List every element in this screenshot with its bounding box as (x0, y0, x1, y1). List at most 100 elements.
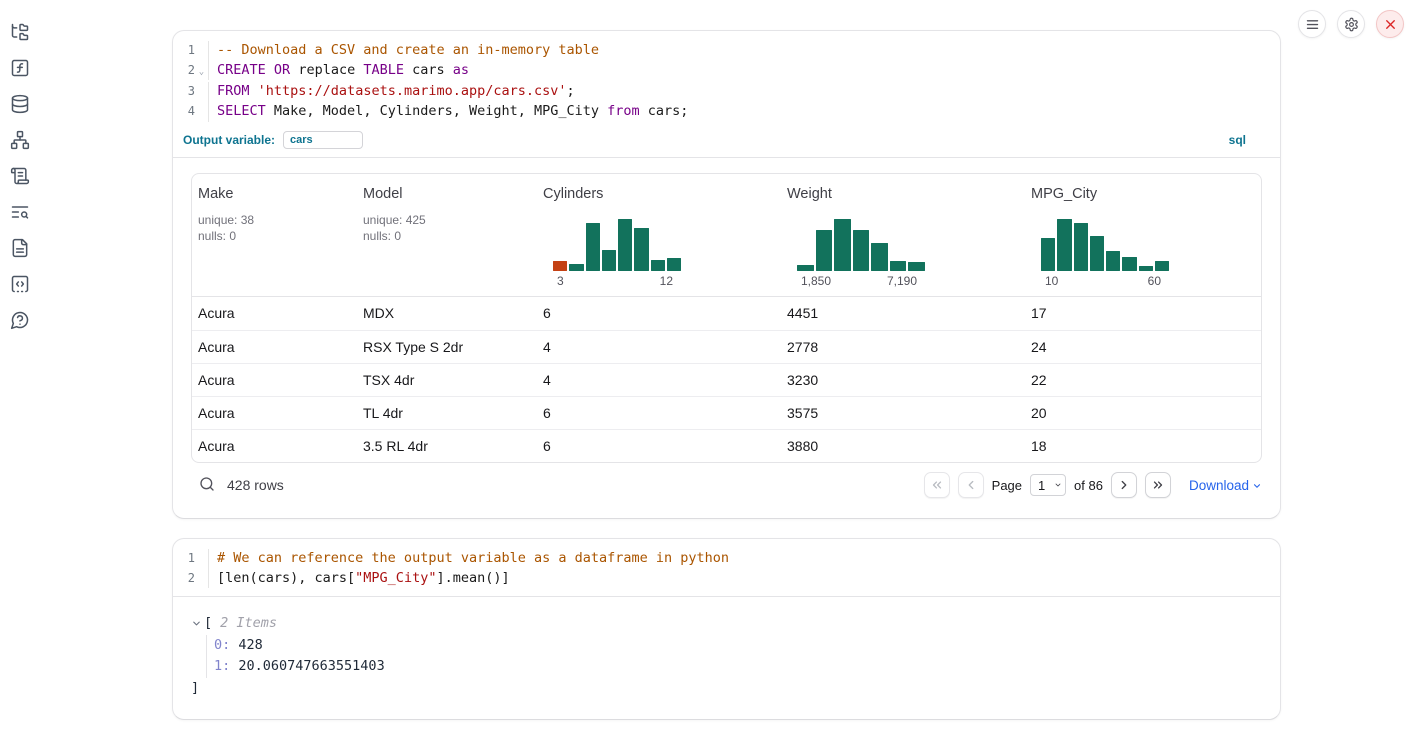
dependency-graph-icon[interactable] (10, 130, 30, 150)
help-icon[interactable] (10, 310, 30, 330)
stat-nulls: nulls: 0 (363, 228, 531, 244)
logs-search-icon[interactable] (10, 202, 30, 222)
python-code-editor[interactable]: 1# We can reference the output variable … (173, 539, 1280, 597)
histogram-bar (618, 219, 632, 271)
database-icon[interactable] (10, 94, 30, 114)
table-row[interactable]: Acura3.5 RL 4dr6388018 (192, 429, 1261, 462)
shutdown-button[interactable] (1376, 10, 1404, 38)
table-cell: 17 (1025, 305, 1261, 321)
snippets-icon[interactable] (10, 274, 30, 294)
tree-collapse-chevron-icon[interactable] (191, 618, 203, 630)
axis-min: 3 (557, 274, 564, 288)
language-badge: sql (1229, 133, 1246, 147)
histogram-bar (834, 219, 851, 271)
histogram-bar (1074, 223, 1088, 271)
file-tree-icon[interactable] (10, 22, 30, 42)
histogram-bar (1041, 238, 1055, 271)
close-icon (1383, 17, 1398, 32)
pagination: Page 1 of 86 Download (924, 472, 1262, 498)
table-cell: Acura (192, 405, 357, 421)
histogram-bar (1122, 257, 1136, 271)
table-cell: 4 (537, 372, 781, 388)
search-icon[interactable] (197, 475, 217, 495)
fold-chevron-icon[interactable]: ⌄ (195, 63, 208, 83)
histogram-bar (1057, 219, 1071, 271)
notebook: 1-- Download a CSV and create an in-memo… (172, 0, 1281, 720)
sql-code-editor[interactable]: 1-- Download a CSV and create an in-memo… (173, 31, 1280, 127)
column-header-cylinders[interactable]: Cylinders 3 12 (537, 184, 781, 296)
code-line[interactable]: 2 [len(cars), cars["MPG_City"].mean()] (173, 569, 1280, 589)
first-page-button[interactable] (924, 472, 950, 498)
column-header-mpg-city[interactable]: MPG_City 10 60 (1025, 184, 1261, 296)
table-cell: 6 (537, 438, 781, 454)
axis-max: 12 (660, 274, 673, 288)
scroll-icon[interactable] (10, 166, 30, 186)
sql-cell: 1-- Download a CSV and create an in-memo… (172, 30, 1281, 519)
page-select[interactable]: 1 (1030, 474, 1066, 496)
next-page-button[interactable] (1111, 472, 1137, 498)
page-label: Page (992, 478, 1022, 493)
column-header-make[interactable]: Make unique: 38 nulls: 0 (192, 184, 357, 296)
axis-max: 7,190 (887, 274, 917, 288)
code-text: SELECT Make, Model, Cylinders, Weight, M… (208, 102, 688, 122)
table-cell: 18 (1025, 438, 1261, 454)
code-text: FROM 'https://datasets.marimo.app/cars.c… (208, 82, 575, 102)
output-variable-input[interactable] (283, 131, 363, 149)
menu-button[interactable] (1298, 10, 1326, 38)
table-cell: 3575 (781, 405, 1025, 421)
row-count: 428 rows (227, 477, 284, 493)
table-cell: 20 (1025, 405, 1261, 421)
code-line[interactable]: 1# We can reference the output variable … (173, 549, 1280, 569)
stat-nulls: nulls: 0 (198, 228, 351, 244)
table-cell: 2778 (781, 339, 1025, 355)
histogram-bars (797, 219, 925, 271)
column-title: Model (363, 184, 531, 202)
table-cell: 22 (1025, 372, 1261, 388)
settings-button[interactable] (1337, 10, 1365, 38)
table-body: AcuraMDX6445117AcuraRSX Type S 2dr427782… (192, 297, 1261, 462)
tree-open-row: [ 2 Items (191, 613, 1262, 635)
last-page-button[interactable] (1145, 472, 1171, 498)
sql-output-area: Make unique: 38 nulls: 0 Model unique: 4… (173, 158, 1280, 518)
histogram-bar (908, 262, 925, 271)
histogram-bar (816, 230, 833, 271)
axis-min: 10 (1045, 274, 1058, 288)
histogram-axis: 3 12 (553, 271, 681, 288)
code-line[interactable]: 2⌄CREATE OR replace TABLE cars as (173, 61, 1280, 83)
code-line[interactable]: 3FROM 'https://datasets.marimo.app/cars.… (173, 82, 1280, 102)
gear-icon (1344, 17, 1359, 32)
table-cell: 4451 (781, 305, 1025, 321)
function-icon[interactable] (10, 58, 30, 78)
histogram-bar (1139, 266, 1153, 271)
column-header-model[interactable]: Model unique: 425 nulls: 0 (357, 184, 537, 296)
document-icon[interactable] (10, 238, 30, 258)
code-line[interactable]: 1-- Download a CSV and create an in-memo… (173, 41, 1280, 61)
chevron-down-icon (1252, 481, 1262, 491)
data-table: Make unique: 38 nulls: 0 Model unique: 4… (191, 173, 1262, 463)
code-text: [len(cars), cars["MPG_City"].mean()] (208, 569, 510, 589)
table-row[interactable]: AcuraTL 4dr6357520 (192, 396, 1261, 429)
code-line[interactable]: 4SELECT Make, Model, Cylinders, Weight, … (173, 102, 1280, 122)
column-title: Cylinders (543, 184, 775, 202)
prev-page-button[interactable] (958, 472, 984, 498)
table-cell: Acura (192, 305, 357, 321)
table-cell: Acura (192, 339, 357, 355)
line-number: 1 (173, 41, 195, 61)
python-cell: 1# We can reference the output variable … (172, 538, 1281, 720)
histogram-bars (1041, 219, 1169, 271)
histogram-bar (1106, 251, 1120, 271)
table-cell: 6 (537, 405, 781, 421)
sidebar (0, 0, 40, 729)
output-variable-row: Output variable: sql (173, 127, 1280, 158)
table-row[interactable]: AcuraMDX6445117 (192, 297, 1261, 330)
histogram-bar (569, 264, 583, 271)
column-stats: unique: 38 nulls: 0 (198, 212, 351, 244)
line-number: 2 (173, 569, 195, 589)
column-header-weight[interactable]: Weight 1,850 7,190 (781, 184, 1025, 296)
page-select-wrap: 1 (1030, 474, 1066, 496)
histogram-axis: 1,850 7,190 (797, 271, 925, 288)
table-row[interactable]: AcuraTSX 4dr4323022 (192, 363, 1261, 396)
chevrons-left-icon (930, 478, 944, 492)
download-button[interactable]: Download (1189, 478, 1262, 493)
table-row[interactable]: AcuraRSX Type S 2dr4277824 (192, 330, 1261, 363)
